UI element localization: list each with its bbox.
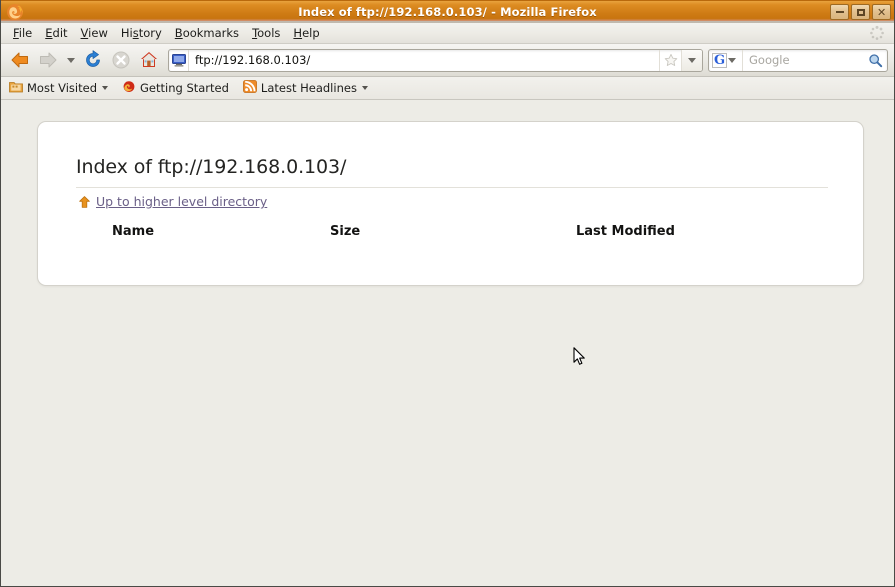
- back-arrow-icon: [11, 52, 28, 68]
- title-bar: Index of ftp://192.168.0.103/ - Mozilla …: [1, 0, 894, 23]
- menu-tools[interactable]: Tools: [246, 25, 287, 41]
- forward-arrow-icon: [40, 52, 57, 68]
- page-title: Index of ftp://192.168.0.103/: [76, 156, 347, 178]
- home-button[interactable]: [136, 47, 162, 73]
- chevron-down-icon: [66, 57, 75, 63]
- history-dropdown-button[interactable]: [63, 47, 78, 73]
- url-input[interactable]: ftp://192.168.0.103/: [189, 53, 659, 67]
- bookmark-label: Latest Headlines: [260, 81, 357, 95]
- reload-icon: [86, 50, 100, 67]
- page-content: Index of ftp://192.168.0.103/ Up to high…: [1, 100, 894, 586]
- stop-icon: [112, 51, 130, 69]
- up-link-label: Up to higher level directory: [96, 194, 268, 209]
- menu-edit[interactable]: Edit: [39, 25, 74, 41]
- bookmarks-toolbar: Most Visited Getting Started Latest Head…: [1, 77, 894, 100]
- heading-divider: [76, 187, 828, 188]
- menu-bar: File Edit View History Bookmarks Tools H…: [1, 23, 894, 44]
- column-header-size[interactable]: Size: [330, 224, 360, 239]
- minimize-button[interactable]: [830, 4, 849, 20]
- bookmark-star-icon[interactable]: [659, 49, 681, 71]
- search-input[interactable]: Google: [743, 53, 863, 67]
- firefox-icon: [6, 3, 24, 21]
- up-arrow-icon: [79, 195, 90, 208]
- search-engine-selector[interactable]: G: [709, 49, 743, 71]
- google-g-icon: G: [712, 52, 728, 68]
- reload-button[interactable]: [80, 47, 106, 73]
- url-bar[interactable]: ftp://192.168.0.103/: [168, 48, 703, 72]
- menu-file[interactable]: File: [7, 25, 39, 41]
- bookmark-latest-headlines[interactable]: Latest Headlines: [243, 80, 368, 96]
- window-title: Index of ftp://192.168.0.103/ - Mozilla …: [298, 5, 597, 19]
- forward-button: [35, 47, 61, 73]
- close-button[interactable]: [872, 4, 891, 20]
- bookmark-label: Most Visited: [27, 81, 97, 95]
- menu-view[interactable]: View: [75, 25, 115, 41]
- chevron-down-icon: [688, 57, 696, 63]
- firefox-window: Index of ftp://192.168.0.103/ - Mozilla …: [0, 0, 895, 587]
- search-bar[interactable]: G Google: [708, 48, 888, 72]
- chevron-down-icon: [728, 57, 737, 63]
- menu-help[interactable]: Help: [287, 25, 326, 41]
- rss-icon: [243, 80, 257, 96]
- up-to-higher-level-directory-link[interactable]: Up to higher level directory: [79, 194, 267, 209]
- bookmark-most-visited[interactable]: Most Visited: [9, 80, 108, 96]
- ftp-directory-card: Index of ftp://192.168.0.103/ Up to high…: [37, 121, 864, 286]
- mouse-pointer: [573, 347, 586, 366]
- chevron-down-icon: [361, 86, 368, 90]
- window-controls: [830, 4, 891, 20]
- column-header-name[interactable]: Name: [112, 224, 154, 239]
- menu-bookmarks[interactable]: Bookmarks: [169, 25, 246, 41]
- url-dropdown-button[interactable]: [681, 49, 702, 71]
- column-header-last-modified[interactable]: Last Modified: [576, 224, 675, 239]
- folder-icon: [9, 80, 23, 96]
- maximize-button[interactable]: [851, 4, 870, 20]
- menu-history[interactable]: History: [115, 25, 169, 41]
- throbber-icon: [869, 25, 885, 41]
- home-icon: [141, 52, 157, 67]
- firefox-bookmark-icon: [122, 80, 136, 96]
- search-icon[interactable]: [863, 53, 887, 68]
- bookmark-getting-started[interactable]: Getting Started: [122, 80, 229, 96]
- computer-icon: [169, 49, 189, 71]
- directory-table-header: Name Size Last Modified: [38, 224, 863, 248]
- bookmark-label: Getting Started: [140, 81, 229, 95]
- stop-button: [108, 47, 134, 73]
- back-button[interactable]: [7, 47, 33, 73]
- navigation-toolbar: ftp://192.168.0.103/ G Google: [1, 44, 894, 77]
- chevron-down-icon: [102, 86, 108, 90]
